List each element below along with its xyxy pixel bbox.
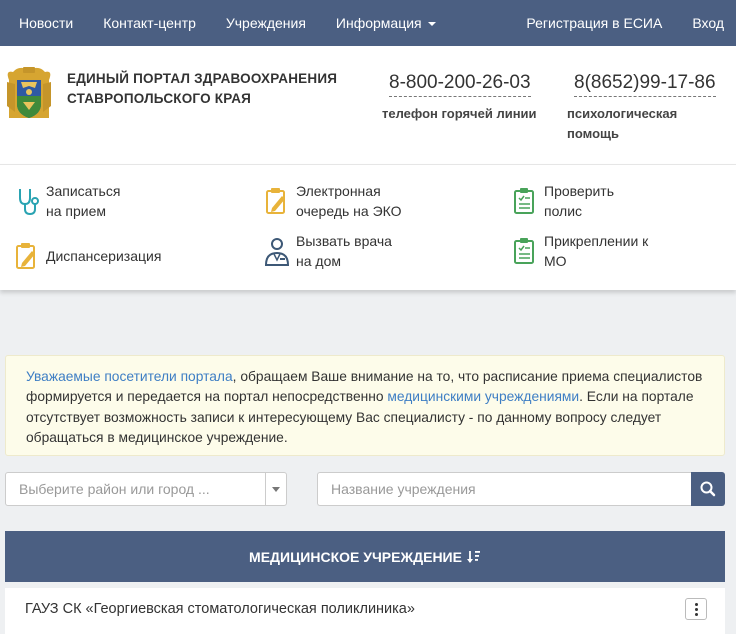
stethoscope-icon xyxy=(19,189,39,216)
service-call-doctor-label: Вызвать врача на дом xyxy=(296,231,392,271)
table-row[interactable]: ГАУЗ СК «Георгиевская стоматологическая … xyxy=(5,588,725,634)
service-label-line1: Вызвать врача xyxy=(296,233,392,249)
nav-information-label: Информация xyxy=(335,15,422,31)
nav-news[interactable]: Новости xyxy=(0,15,88,31)
service-call-doctor[interactable]: Вызвать врача на дом xyxy=(264,231,392,271)
service-mo-attachment[interactable]: Прикреплении к МО xyxy=(512,231,648,271)
hotline-phone[interactable]: 8-800-200-26-03 xyxy=(389,70,531,97)
district-select-toggle[interactable] xyxy=(265,473,286,505)
psychological-help-caption: психологическая помощь xyxy=(567,104,677,144)
district-select[interactable]: Выберите район или город ... xyxy=(5,472,287,506)
institution-name[interactable]: ГАУЗ СК «Георгиевская стоматологическая … xyxy=(25,601,415,617)
portal-header: ЕДИНЫЙ ПОРТАЛ ЗДРАВООХРАНЕНИЯ СТАВРОПОЛЬ… xyxy=(0,46,736,164)
clipboard-check-icon xyxy=(514,188,534,214)
search-icon xyxy=(700,481,716,497)
service-label-line1: Записаться xyxy=(46,183,121,199)
institution-column-header[interactable]: МЕДИЦИНСКОЕ УЧРЕЖДЕНИЕ xyxy=(5,531,725,582)
nav-login[interactable]: Вход xyxy=(677,15,736,31)
kebab-dot xyxy=(694,607,698,611)
schedule-notice: Уважаемые посетители портала, обращаем В… xyxy=(5,355,725,456)
search-button[interactable] xyxy=(691,472,725,506)
services-panel: Записаться на прием Электронная очередь … xyxy=(0,164,736,290)
institution-name-input[interactable] xyxy=(317,472,692,506)
service-book-appointment[interactable]: Записаться на прием xyxy=(14,181,120,221)
service-label-line1: Прикреплении к xyxy=(544,233,649,249)
notice-visitors-link[interactable]: Уважаемые посетители портала xyxy=(26,369,233,384)
service-check-policy[interactable]: Проверить полис xyxy=(512,181,614,221)
kebab-dot xyxy=(694,612,698,616)
notice-institutions-link[interactable]: медицинскими учреждениями xyxy=(387,389,579,404)
service-mo-attachment-label: Прикреплении к МО xyxy=(544,231,648,271)
service-eco-queue-label: Электронная очередь на ЭКО xyxy=(296,181,402,221)
chevron-down-icon xyxy=(272,487,280,492)
nav-contact-center[interactable]: Контакт-центр xyxy=(88,15,211,31)
psych-caption-line2: помощь xyxy=(567,126,619,141)
kebab-menu-icon[interactable] xyxy=(685,598,707,620)
service-label-line2: на прием xyxy=(46,203,107,219)
doctor-icon xyxy=(264,238,290,266)
psychological-help-phone[interactable]: 8(8652)99-17-86 xyxy=(574,70,716,97)
portal-title: ЕДИНЫЙ ПОРТАЛ ЗДРАВООХРАНЕНИЯ СТАВРОПОЛЬ… xyxy=(67,69,357,109)
nav-information-dropdown[interactable]: Информация xyxy=(321,15,451,31)
hotline-caption: телефон горячей линии xyxy=(382,106,537,121)
service-label-line2: очередь на ЭКО xyxy=(296,203,402,219)
service-label-line2: на дом xyxy=(296,253,341,269)
nav-esia-registration[interactable]: Регистрация в ЕСИА xyxy=(511,15,677,31)
institution-column-title: МЕДИЦИНСКОЕ УЧРЕЖДЕНИЕ xyxy=(249,548,462,565)
portal-title-line1: ЕДИНЫЙ ПОРТАЛ ЗДРАВООХРАНЕНИЯ xyxy=(67,71,338,86)
kebab-dot xyxy=(694,602,698,606)
clipboard-pen-icon xyxy=(266,188,285,214)
nav-institutions[interactable]: Учреждения xyxy=(211,15,321,31)
clipboard-check-icon xyxy=(514,238,534,264)
district-select-placeholder: Выберите район или город ... xyxy=(19,481,210,497)
service-check-policy-label: Проверить полис xyxy=(544,181,614,221)
service-label-line2: МО xyxy=(544,253,567,269)
service-label-line2: полис xyxy=(544,203,583,219)
portal-title-line2: СТАВРОПОЛЬСКОГО КРАЯ xyxy=(67,91,252,106)
psych-caption-line1: психологическая xyxy=(567,106,678,121)
sort-icon xyxy=(466,550,480,563)
service-eco-queue[interactable]: Электронная очередь на ЭКО xyxy=(264,181,402,221)
caret-down-icon xyxy=(427,22,436,27)
service-book-appointment-label: Записаться на прием xyxy=(46,181,120,221)
clipboard-pen-icon xyxy=(16,243,35,269)
top-navigation: Новости Контакт-центр Учреждения Информа… xyxy=(0,0,736,46)
coat-of-arms-emblem xyxy=(7,67,51,118)
service-label-line1: Проверить xyxy=(544,183,615,199)
service-label-line1: Электронная xyxy=(296,183,381,199)
service-dispanserization[interactable]: Диспансеризация xyxy=(14,241,161,271)
service-dispanserization-label: Диспансеризация xyxy=(46,248,162,264)
